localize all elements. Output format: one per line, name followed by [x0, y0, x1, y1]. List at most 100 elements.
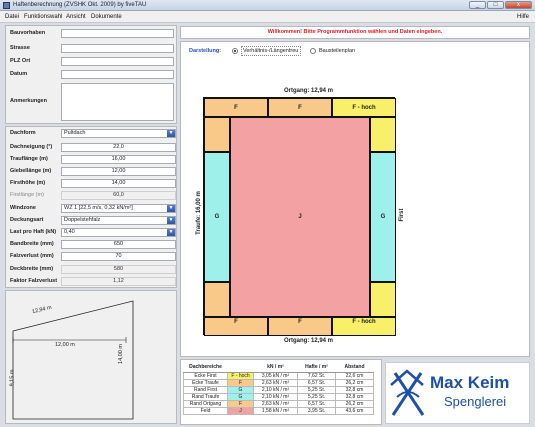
windzone-select[interactable]: WZ 1 [22,5 m/s, 0,32 kN/m²] ▼	[61, 204, 176, 213]
roof-sketch-panel: 12,94 m 12,00 m 9,15 m 14,00 m	[5, 290, 177, 424]
zone-label: F	[298, 319, 302, 325]
row-zone: F	[227, 378, 254, 387]
faktor-falzverlust-value: 1,12	[61, 277, 176, 286]
main-view-panel: Darstellung: Verhältnis-/Längentreu Baus…	[180, 41, 530, 357]
zone-label: F - hoch	[352, 319, 376, 325]
row-name: Rand Ortgang	[183, 399, 228, 408]
logo-sub: Spenglerei	[444, 394, 507, 409]
window-title: Haftenberechnung (ZVSHK Okt. 2009) by fi…	[13, 2, 147, 8]
row-kn: 2,10 kN / m²	[253, 392, 298, 401]
logo-tools-icon	[390, 369, 425, 416]
row-kn: 2,63 kN / m²	[253, 399, 298, 408]
firstlaenge-label: Firstlänge (m)	[10, 192, 44, 198]
zone-f-top-left: F	[204, 98, 268, 117]
logo-name: Max Keim	[430, 373, 510, 392]
row-abstand: 32,8 cm	[335, 392, 374, 401]
option-verhaeltnis-label[interactable]: Verhältnis-/Längentreu	[243, 48, 298, 54]
app-icon	[3, 2, 10, 9]
zone-f-hoch-right-upper	[370, 117, 396, 152]
plz-ort-input[interactable]	[61, 57, 174, 66]
zone-f-hoch-bottom-right: F - hoch	[332, 317, 396, 336]
row-hafte: 7,62 St.	[297, 371, 336, 380]
dachform-label: Dachform	[10, 130, 36, 136]
deckbreite-value: 580	[61, 265, 176, 274]
giebellaenge-label: Giebellänge (m)	[10, 168, 52, 174]
chevron-down-icon[interactable]: ▼	[167, 205, 175, 212]
menu-datei[interactable]: Datei	[5, 14, 19, 20]
row-name: Ecke First	[183, 371, 228, 380]
faktor-falzverlust-label: Faktor Falzverlust	[10, 278, 58, 284]
chevron-down-icon[interactable]: ▼	[167, 217, 175, 224]
minimize-button[interactable]: _	[469, 1, 486, 9]
strasse-input[interactable]	[61, 44, 174, 53]
zone-f-left-lower	[204, 282, 230, 317]
row-name: Feld	[183, 406, 228, 415]
firsthoehe-input[interactable]: 14,00	[61, 179, 176, 188]
row-zone: G	[227, 385, 254, 394]
zone-label: F	[298, 104, 302, 111]
menu-dokumente[interactable]: Dokumente	[91, 14, 122, 20]
giebellaenge-input[interactable]: 12,00	[61, 167, 176, 176]
ortgang-bottom-label: Ortgang: 12,94 m	[284, 338, 334, 344]
bandbreite-input[interactable]: 650	[61, 240, 176, 249]
row-name: Rand Traufe	[183, 392, 228, 401]
deckbreite-label: Deckbreite (mm)	[10, 266, 54, 272]
row-name: Rand First	[183, 385, 228, 394]
anmerkungen-label: Anmerkungen	[10, 98, 47, 104]
chevron-down-icon[interactable]: ▼	[167, 229, 175, 236]
radio-verhaeltnis[interactable]	[232, 48, 238, 54]
datum-input[interactable]	[61, 70, 174, 79]
traufe-label: Traufe: 16,00 m	[196, 191, 202, 235]
row-abstand: 22,6 cm	[335, 371, 374, 380]
zone-f-hoch-right-lower	[370, 282, 396, 317]
row-hafte: 6,57 St.	[297, 399, 336, 408]
table-row: Feld J 1,58 kN / m² 3,95 St. 43,6 cm	[183, 406, 374, 415]
falzverlust-label: Falzverlust (mm)	[10, 253, 54, 259]
zone-label: J	[298, 214, 302, 220]
zone-label: F - hoch	[352, 104, 376, 111]
address-panel: Bauvorhaben Strasse PLZ Ort Datum Anmerk…	[5, 25, 177, 124]
sketch-left-height: 9,15 m	[9, 369, 16, 387]
windzone-value: WZ 1 [22,5 m/s, 0,32 kN/m²]	[64, 205, 133, 211]
trauflaenge-input[interactable]: 16,00	[61, 155, 176, 164]
row-zone: G	[227, 392, 254, 401]
radio-bausteilenplan[interactable]	[310, 48, 316, 54]
welcome-banner: Willkommen! Bitte Programmfunktion wähle…	[180, 26, 530, 39]
results-table: Dachbereiche kN / m² Hafte / m² Abstand …	[183, 362, 374, 415]
chevron-down-icon[interactable]: ▼	[167, 130, 175, 137]
row-hafte: 5,25 St.	[297, 392, 336, 401]
parameters-panel: Dachform Pultdach ▼ Dachneigung (°) 22,0…	[5, 126, 177, 288]
option-bausteilenplan-label[interactable]: Bausteilenplan	[319, 48, 355, 54]
deckungsart-label: Deckungsart	[10, 217, 44, 223]
row-name: Ecke Traufe	[183, 378, 228, 387]
col-zone	[227, 362, 254, 373]
dachneigung-label: Dachneigung (°)	[10, 144, 53, 150]
deckungsart-select[interactable]: Doppelstehfalz ▼	[61, 216, 176, 225]
row-abstand: 26,2 cm	[335, 378, 374, 387]
dachform-select[interactable]: Pultdach ▼	[61, 129, 176, 138]
datum-label: Datum	[10, 71, 28, 77]
ortgang-top-label: Ortgang: 12,94 m	[284, 88, 334, 94]
falzverlust-input[interactable]: 70	[61, 252, 176, 261]
anmerkungen-textarea[interactable]	[61, 83, 174, 121]
menu-hilfe[interactable]: Hilfe	[517, 14, 529, 20]
col-kn: kN / m²	[253, 362, 298, 373]
col-abstand: Abstand	[335, 362, 374, 373]
row-abstand: 32,8 cm	[335, 385, 374, 394]
menu-funktionswahl[interactable]: Funktionswahl	[24, 14, 62, 20]
zone-label: F	[234, 104, 238, 111]
zone-f-bottom-middle: F	[268, 317, 332, 336]
row-hafte: 3,95 St.	[297, 406, 336, 415]
close-button[interactable]: x	[505, 1, 532, 9]
bauvorhaben-input[interactable]	[61, 29, 174, 38]
firstlaenge-value: 60,0	[61, 191, 176, 200]
windzone-label: Windzone	[10, 205, 36, 211]
maximize-button[interactable]: □	[487, 1, 504, 9]
table-row: Ecke First F - hoch 3,05 kN / m² 7,62 St. 22…	[183, 371, 374, 380]
last-pro-haft-select[interactable]: 0,40 ▼	[61, 228, 176, 237]
plz-ort-label: PLZ Ort	[10, 58, 31, 64]
dachneigung-input[interactable]: 22,0	[61, 143, 176, 152]
zone-g-right: G	[370, 152, 396, 282]
menu-ansicht[interactable]: Ansicht	[66, 14, 86, 20]
row-abstand: 43,6 cm	[335, 406, 374, 415]
